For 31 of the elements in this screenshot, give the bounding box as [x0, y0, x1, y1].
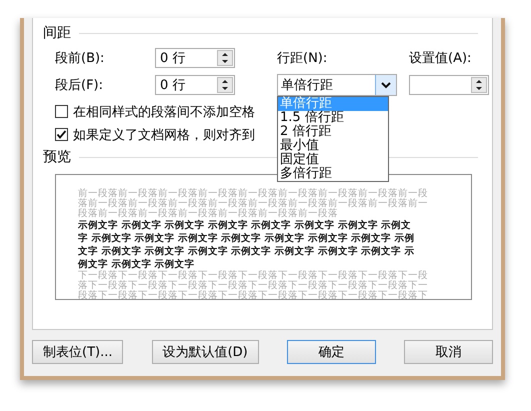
preview-text-line: 段落前一段落前一段落前一段落前一段落前一段落前一段落: [78, 209, 339, 219]
spin-field[interactable]: [409, 75, 489, 95]
dialog-button[interactable]: 取消: [404, 340, 493, 364]
checkbox[interactable]: [55, 128, 68, 141]
spin-arrows-icon[interactable]: [471, 77, 487, 93]
preview-text-line: 段落下一段落下一段落下一段落下一段落下一段落下一段落下一段落下一段落下: [78, 291, 429, 299]
spin-field[interactable]: 0 行: [155, 75, 235, 95]
preview-text-line: 落前一段落前一段落前一段落前一段落前一段落前一段落前一段落前一段落前一: [78, 199, 429, 209]
sample-text-line: 字 示例文字 示例文字 示例文字 示例文字 示例文字 示例文字 示例文字 示例: [78, 232, 416, 245]
field-label: 行距(N):: [277, 50, 328, 67]
checkbox[interactable]: [55, 105, 68, 118]
preview-text-line: 前一段落前一段落前一段落前一段落前一段落前一段落前一段落前一段落前一段: [78, 189, 429, 199]
preview-text-line: 下一段落下一段落下一段落下一段落下一段落下一段落下一段落下一段落下一段: [78, 271, 429, 281]
sample-text-line: 例文字 示例文字 示例文字: [78, 258, 196, 270]
spin-arrows-icon[interactable]: [217, 77, 233, 93]
sample-text-line: 文字 示例文字 示例文字 示例文字 示例文字 示例文字 示例文字 示例文字 示: [78, 245, 416, 258]
field-label: 段后(F):: [55, 77, 104, 94]
checkbox-label: 如果定义了文档网格，则对齐到: [73, 126, 255, 144]
section-title: 间距: [43, 24, 71, 42]
dialog-button[interactable]: 确定: [286, 340, 376, 364]
section-title: 预览: [43, 148, 71, 166]
spin-field[interactable]: 0 行: [155, 48, 235, 68]
dialog-button[interactable]: 制表位(T)...: [32, 340, 124, 364]
sample-text-line: 示例文字 示例文字 示例文字 示例文字 示例文字 示例文字 示例文字 示例文: [78, 219, 412, 232]
dialog-button[interactable]: 设为默认值(D): [152, 340, 259, 364]
caret-icon[interactable]: [375, 75, 396, 95]
field-label: 段前(B):: [55, 50, 106, 67]
preview-text-line: 落下一段落下一段落下一段落下一段落下一段落下一段落下一段落下一段落下一: [78, 281, 429, 291]
spin-arrows-icon[interactable]: [217, 50, 233, 66]
checkbox-label: 在相同样式的段落间不添加空格: [73, 104, 255, 120]
field-label: 设置值(A):: [409, 50, 472, 67]
